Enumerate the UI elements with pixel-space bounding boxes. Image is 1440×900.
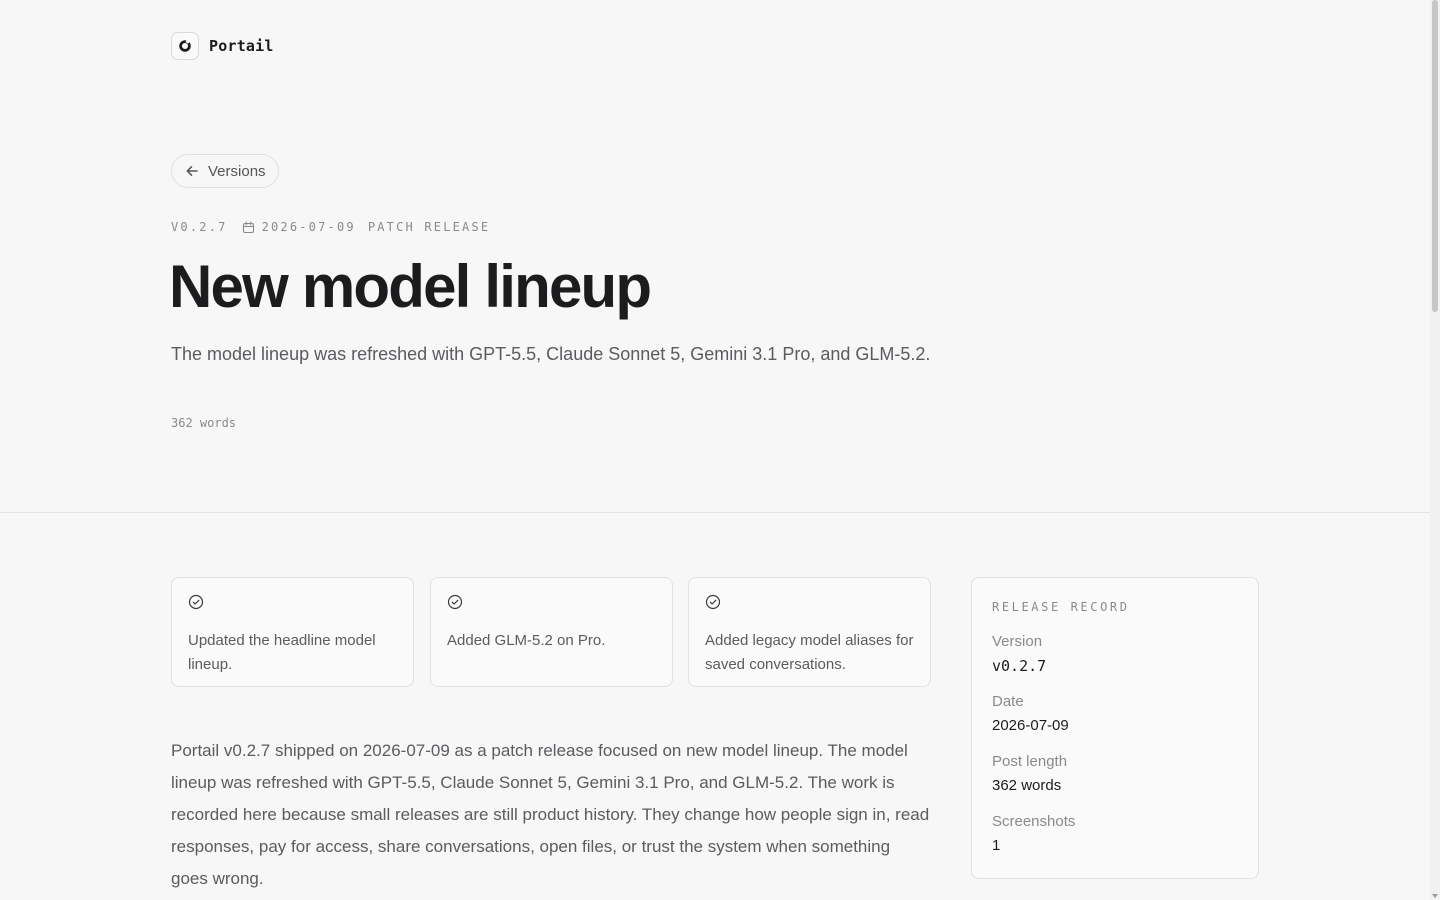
brand[interactable]: Portail [171, 32, 274, 60]
record-label: Screenshots [992, 813, 1076, 830]
highlight-text: Added GLM-5.2 on Pro. [447, 632, 606, 649]
release-meta: V0.2.7 2026-07-09 PATCH RELEASE [171, 220, 490, 234]
highlight-card: Added GLM-5.2 on Pro. [430, 577, 673, 687]
record-value: 2026-07-09 [992, 717, 1069, 734]
brand-name: Portail [209, 37, 274, 55]
arrow-left-icon [185, 164, 199, 178]
page-title: New model lineup [169, 253, 652, 320]
calendar-icon [242, 220, 255, 234]
highlight-card: Added legacy model aliases for saved con… [688, 577, 931, 687]
record-date: Date 2026-07-09 [992, 692, 1238, 736]
release-record-heading: RELEASE RECORD [992, 600, 1130, 614]
check-circle-icon [705, 594, 914, 615]
scrollbar-thumb[interactable] [1432, 0, 1438, 312]
record-label: Post length [992, 753, 1068, 770]
release-date: 2026-07-09 [261, 220, 356, 234]
record-label: Version [992, 633, 1043, 650]
page-scrollbar[interactable] [1430, 0, 1440, 900]
word-count: 362 words [171, 416, 237, 430]
release-type: PATCH RELEASE [367, 220, 491, 234]
record-post-length: Post length 362 words [992, 752, 1238, 796]
record-value: v0.2.7 [992, 657, 1047, 675]
back-button-label: Versions [208, 162, 266, 180]
record-version: Version v0.2.7 [992, 632, 1238, 676]
release-body: Portail v0.2.7 shipped on 2026-07-09 as … [171, 741, 930, 888]
version-tag: V0.2.7 [171, 220, 228, 234]
highlight-text: Updated the headline model lineup. [188, 632, 376, 673]
portail-logo-icon [171, 32, 199, 60]
check-circle-icon [188, 594, 397, 615]
record-value: 362 words [992, 777, 1062, 794]
record-screenshots: Screenshots 1 [992, 812, 1238, 856]
release-summary: The model lineup was refreshed with GPT-… [171, 344, 931, 364]
highlight-text: Added legacy model aliases for saved con… [705, 632, 914, 673]
record-label: Date [992, 693, 1024, 710]
record-value: 1 [992, 837, 1001, 854]
check-circle-icon [447, 594, 656, 615]
release-record-panel: RELEASE RECORD Version v0.2.7 Date 2026-… [971, 577, 1259, 879]
highlight-card: Updated the headline model lineup. [171, 577, 414, 687]
section-divider [0, 512, 1430, 513]
scroll-down-icon[interactable] [1432, 894, 1438, 898]
back-to-versions-button[interactable]: Versions [171, 154, 279, 188]
